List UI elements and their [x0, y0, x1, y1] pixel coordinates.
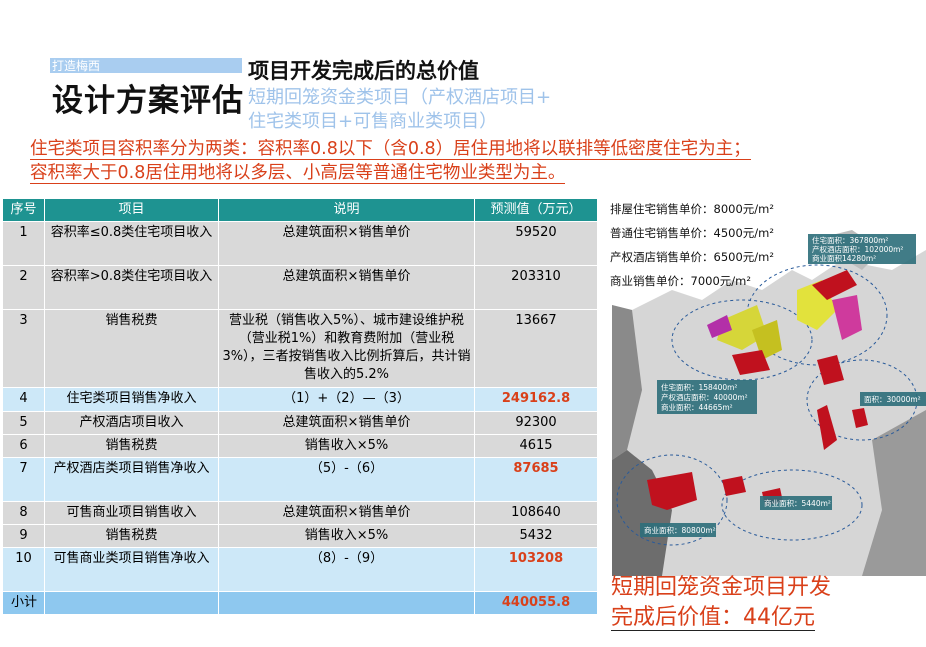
- section-tag: 打造梅西: [52, 59, 101, 73]
- map-label-1a: 住宅面积：367800m²: [812, 235, 888, 245]
- header-item: 项目: [44, 198, 219, 222]
- row-value: 13667: [474, 309, 598, 388]
- row-note: 销售收入×5%: [218, 524, 475, 548]
- table-row: 9 销售税费 销售收入×5% 5432: [2, 524, 598, 548]
- row-note: 总建筑面积×销售单价: [218, 265, 475, 310]
- result-line-2: 完成后价值：44亿元: [611, 605, 815, 631]
- intro-text: 住宅类项目容积率分为两类：容积率0.8以下（含0.8）居住用地将以联排等低密度住…: [30, 137, 900, 185]
- row-no: 2: [2, 265, 45, 310]
- page-subtitle: 短期回笼资金类项目（产权酒店项目+ 住宅类项目+可售商业类项目）: [248, 86, 551, 134]
- intro-line-1: 住宅类项目容积率分为两类：容积率0.8以下（含0.8）居住用地将以联排等低密度住…: [30, 139, 751, 160]
- price-commercial: 商业销售单价：7000元/m²: [610, 274, 751, 288]
- row-value: 108640: [474, 501, 598, 525]
- row-item: 销售税费: [44, 309, 219, 388]
- row-no: 10: [2, 547, 45, 592]
- table-row: 1 容积率≤0.8类住宅项目收入 总建筑面积×销售单价 59520: [2, 221, 598, 266]
- section-title: 设计方案评估: [52, 83, 244, 119]
- table-header-row: 序号 项目 说明 预测值（万元）: [2, 198, 598, 222]
- price-list: 排屋住宅销售单价：8000元/m² 普通住宅销售单价：4500元/m² 产权酒店…: [610, 200, 774, 296]
- table-row: 4 住宅类项目销售净收入 （1）+（2）—（3） 249162.8: [2, 387, 598, 412]
- row-item: 容积率>0.8类住宅项目收入: [44, 265, 219, 310]
- subtitle-line-2: 住宅类项目+可售商业类项目）: [248, 111, 498, 132]
- row-no: 9: [2, 524, 45, 548]
- row-note: 总建筑面积×销售单价: [218, 221, 475, 266]
- subtitle-line-1: 短期回笼资金类项目（产权酒店项目+: [248, 87, 552, 108]
- row-item: 产权酒店项目收入: [44, 411, 219, 435]
- map-label-1b: 产权酒店面积：102000m²: [812, 244, 903, 254]
- row-no: 6: [2, 434, 45, 458]
- row-value: 249162.8: [474, 387, 598, 412]
- row-value: 92300: [474, 411, 598, 435]
- row-value: 87685: [474, 457, 598, 502]
- row-note: （5）-（6）: [218, 457, 475, 502]
- row-note: （1）+（2）—（3）: [218, 387, 475, 412]
- table-row: 10 可售商业类项目销售净收入 （8）-（9） 103208: [2, 547, 598, 592]
- row-no: 4: [2, 387, 45, 412]
- row-no: 8: [2, 501, 45, 525]
- row-note: 营业税（销售收入5%）、城市建设维护税（营业税1%）和教育费附加（营业税3%），…: [218, 309, 475, 388]
- total-label: 小计: [2, 591, 45, 615]
- table-row: 7 产权酒店类项目销售净收入 （5）-（6） 87685: [2, 457, 598, 502]
- table-row: 2 容积率>0.8类住宅项目收入 总建筑面积×销售单价 203310: [2, 265, 598, 310]
- row-note: 销售收入×5%: [218, 434, 475, 458]
- total-empty-2: [218, 591, 475, 615]
- map-label-5: 商业面积：80800m²: [644, 525, 716, 535]
- price-apartment: 普通住宅销售单价：4500元/m²: [610, 226, 774, 240]
- row-no: 7: [2, 457, 45, 502]
- map-label-2a: 住宅面积：158400m²: [661, 382, 737, 392]
- row-item: 销售税费: [44, 434, 219, 458]
- header-value: 预测值（万元）: [474, 198, 598, 222]
- total-value: 440055.8: [474, 591, 598, 615]
- total-empty-1: [44, 591, 219, 615]
- row-item: 可售商业类项目销售净收入: [44, 547, 219, 592]
- row-item: 住宅类项目销售净收入: [44, 387, 219, 412]
- header-note: 说明: [218, 198, 475, 222]
- row-item: 可售商业项目销售收入: [44, 501, 219, 525]
- row-value: 5432: [474, 524, 598, 548]
- value-table: 序号 项目 说明 预测值（万元） 1 容积率≤0.8类住宅项目收入 总建筑面积×…: [2, 198, 598, 615]
- row-note: （8）-（9）: [218, 547, 475, 592]
- row-note: 总建筑面积×销售单价: [218, 501, 475, 525]
- price-hotel: 产权酒店销售单价：6500元/m²: [610, 250, 774, 264]
- row-value: 4615: [474, 434, 598, 458]
- page-title: 项目开发完成后的总价值: [248, 59, 479, 83]
- table-row: 8 可售商业项目销售收入 总建筑面积×销售单价 108640: [2, 501, 598, 525]
- row-item: 销售税费: [44, 524, 219, 548]
- result-text: 短期回笼资金项目开发 完成后价值：44亿元: [611, 573, 831, 633]
- row-item: 产权酒店类项目销售净收入: [44, 457, 219, 502]
- result-line-1: 短期回笼资金项目开发: [611, 575, 832, 600]
- price-townhouse: 排屋住宅销售单价：8000元/m²: [610, 202, 774, 216]
- row-note: 总建筑面积×销售单价: [218, 411, 475, 435]
- row-no: 5: [2, 411, 45, 435]
- row-item: 容积率≤0.8类住宅项目收入: [44, 221, 219, 266]
- table-row: 6 销售税费 销售收入×5% 4615: [2, 434, 598, 458]
- header-no: 序号: [2, 198, 45, 222]
- row-value: 103208: [474, 547, 598, 592]
- table-total-row: 小计 440055.8: [2, 591, 598, 615]
- map-label-4: 商业面积：5440m²: [764, 498, 831, 508]
- table-row: 5 产权酒店项目收入 总建筑面积×销售单价 92300: [2, 411, 598, 435]
- table-row: 3 销售税费 营业税（销售收入5%）、城市建设维护税（营业税1%）和教育费附加（…: [2, 309, 598, 388]
- row-no: 1: [2, 221, 45, 266]
- row-value: 203310: [474, 265, 598, 310]
- map-label-1c: 商业面积14280m²: [812, 253, 876, 263]
- map-label-2b: 产权酒店面积：40000m²: [661, 392, 748, 402]
- map-label-2c: 商业面积：44665m²: [661, 402, 733, 412]
- row-no: 3: [2, 309, 45, 388]
- row-value: 59520: [474, 221, 598, 266]
- map-label-3: 面积：30000m²: [864, 394, 921, 404]
- intro-line-2: 容积率大于0.8居住用地将以多层、小高层等普通住宅物业类型为主。: [30, 163, 566, 184]
